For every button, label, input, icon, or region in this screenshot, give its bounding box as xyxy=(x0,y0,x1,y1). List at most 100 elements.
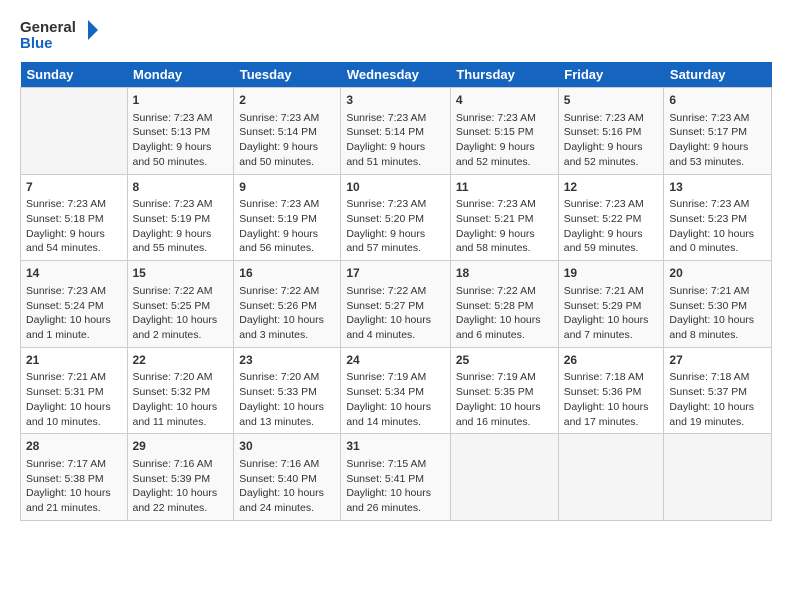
calendar-cell: 1 Sunrise: 7:23 AM Sunset: 5:13 PM Daylig… xyxy=(127,88,234,175)
day-info: Sunrise: 7:23 AM Sunset: 5:23 PM Dayligh… xyxy=(669,197,766,256)
calendar-cell: 2 Sunrise: 7:23 AM Sunset: 5:14 PM Daylig… xyxy=(234,88,341,175)
day-info: Sunrise: 7:22 AM Sunset: 5:26 PM Dayligh… xyxy=(239,284,335,343)
day-number: 1 xyxy=(133,92,229,109)
weekday-header-wednesday: Wednesday xyxy=(341,62,451,88)
day-number: 5 xyxy=(564,92,659,109)
calendar-cell: 8Sunrise: 7:23 AM Sunset: 5:19 PM Daylig… xyxy=(127,174,234,261)
day-number: 23 xyxy=(239,352,335,369)
day-number: 26 xyxy=(564,352,659,369)
day-number: 22 xyxy=(133,352,229,369)
day-info: Sunrise: 7:20 AM Sunset: 5:33 PM Dayligh… xyxy=(239,370,335,429)
header: General Blue xyxy=(20,16,772,52)
day-number: 15 xyxy=(133,265,229,282)
calendar-cell: 25Sunrise: 7:19 AM Sunset: 5:35 PM Dayli… xyxy=(450,347,558,434)
calendar-cell: 29Sunrise: 7:16 AM Sunset: 5:39 PM Dayli… xyxy=(127,434,234,521)
day-number: 2 xyxy=(239,92,335,109)
day-info: Sunrise: 7:22 AM Sunset: 5:25 PM Dayligh… xyxy=(133,284,229,343)
day-info: Sunrise: 7:19 AM Sunset: 5:35 PM Dayligh… xyxy=(456,370,553,429)
day-info: Sunrise: 7:15 AM Sunset: 5:41 PM Dayligh… xyxy=(346,457,445,516)
day-number: 30 xyxy=(239,438,335,455)
page-container: General Blue SundayMondayTuesdayWednesda… xyxy=(0,0,792,531)
calendar-cell: 20Sunrise: 7:21 AM Sunset: 5:30 PM Dayli… xyxy=(664,261,772,348)
day-number: 4 xyxy=(456,92,553,109)
day-info: Sunrise: 7:23 AM Sunset: 5:16 PM Dayligh… xyxy=(564,111,659,170)
calendar-cell: 22Sunrise: 7:20 AM Sunset: 5:32 PM Dayli… xyxy=(127,347,234,434)
day-number: 16 xyxy=(239,265,335,282)
svg-text:General: General xyxy=(20,19,76,36)
calendar-cell: 28Sunrise: 7:17 AM Sunset: 5:38 PM Dayli… xyxy=(21,434,128,521)
week-row-2: 7Sunrise: 7:23 AM Sunset: 5:18 PM Daylig… xyxy=(21,174,772,261)
day-number: 18 xyxy=(456,265,553,282)
day-info: Sunrise: 7:19 AM Sunset: 5:34 PM Dayligh… xyxy=(346,370,445,429)
day-number: 7 xyxy=(26,179,122,196)
day-number: 24 xyxy=(346,352,445,369)
day-info: Sunrise: 7:23 AM Sunset: 5:15 PM Dayligh… xyxy=(456,111,553,170)
day-number: 9 xyxy=(239,179,335,196)
calendar-cell: 24Sunrise: 7:19 AM Sunset: 5:34 PM Dayli… xyxy=(341,347,451,434)
calendar-cell: 3Sunrise: 7:23 AM Sunset: 5:14 PM Daylig… xyxy=(341,88,451,175)
calendar-cell: 14Sunrise: 7:23 AM Sunset: 5:24 PM Dayli… xyxy=(21,261,128,348)
day-info: Sunrise: 7:23 AM Sunset: 5:13 PM Dayligh… xyxy=(133,111,229,170)
calendar-cell: 30 Sunrise: 7:16 AM Sunset: 5:40 PM Dayli… xyxy=(234,434,341,521)
day-number: 11 xyxy=(456,179,553,196)
logo: General Blue xyxy=(20,16,100,52)
calendar-cell: 31Sunrise: 7:15 AM Sunset: 5:41 PM Dayli… xyxy=(341,434,451,521)
day-number: 21 xyxy=(26,352,122,369)
day-info: Sunrise: 7:21 AM Sunset: 5:29 PM Dayligh… xyxy=(564,284,659,343)
weekday-header-row: SundayMondayTuesdayWednesdayThursdayFrid… xyxy=(21,62,772,88)
weekday-header-sunday: Sunday xyxy=(21,62,128,88)
calendar-cell: 16 Sunrise: 7:22 AM Sunset: 5:26 PM Dayli… xyxy=(234,261,341,348)
day-info: Sunrise: 7:16 AM Sunset: 5:39 PM Dayligh… xyxy=(133,457,229,516)
weekday-header-friday: Friday xyxy=(558,62,664,88)
day-info: Sunrise: 7:17 AM Sunset: 5:38 PM Dayligh… xyxy=(26,457,122,516)
calendar-cell: 26Sunrise: 7:18 AM Sunset: 5:36 PM Dayli… xyxy=(558,347,664,434)
calendar-cell: 13Sunrise: 7:23 AM Sunset: 5:23 PM Dayli… xyxy=(664,174,772,261)
day-info: Sunrise: 7:23 AM Sunset: 5:19 PM Dayligh… xyxy=(239,197,335,256)
day-info: Sunrise: 7:23 AM Sunset: 5:14 PM Dayligh… xyxy=(239,111,335,170)
calendar-table: SundayMondayTuesdayWednesdayThursdayFrid… xyxy=(20,62,772,521)
calendar-cell: 27Sunrise: 7:18 AM Sunset: 5:37 PM Dayli… xyxy=(664,347,772,434)
calendar-cell: 19 Sunrise: 7:21 AM Sunset: 5:29 PM Dayli… xyxy=(558,261,664,348)
weekday-header-monday: Monday xyxy=(127,62,234,88)
day-info: Sunrise: 7:20 AM Sunset: 5:32 PM Dayligh… xyxy=(133,370,229,429)
day-info: Sunrise: 7:21 AM Sunset: 5:31 PM Dayligh… xyxy=(26,370,122,429)
day-number: 8 xyxy=(133,179,229,196)
day-number: 10 xyxy=(346,179,445,196)
day-number: 13 xyxy=(669,179,766,196)
calendar-cell xyxy=(558,434,664,521)
calendar-cell: 5 Sunrise: 7:23 AM Sunset: 5:16 PM Daylig… xyxy=(558,88,664,175)
calendar-cell: 15 Sunrise: 7:22 AM Sunset: 5:25 PM Dayli… xyxy=(127,261,234,348)
calendar-cell: 23Sunrise: 7:20 AM Sunset: 5:33 PM Dayli… xyxy=(234,347,341,434)
day-info: Sunrise: 7:23 AM Sunset: 5:19 PM Dayligh… xyxy=(133,197,229,256)
logo-svg: General Blue xyxy=(20,16,100,52)
calendar-cell xyxy=(450,434,558,521)
day-info: Sunrise: 7:22 AM Sunset: 5:27 PM Dayligh… xyxy=(346,284,445,343)
week-row-4: 21Sunrise: 7:21 AM Sunset: 5:31 PM Dayli… xyxy=(21,347,772,434)
day-info: Sunrise: 7:23 AM Sunset: 5:17 PM Dayligh… xyxy=(669,111,766,170)
day-number: 25 xyxy=(456,352,553,369)
calendar-cell: 18 Sunrise: 7:22 AM Sunset: 5:28 PM Dayli… xyxy=(450,261,558,348)
week-row-5: 28Sunrise: 7:17 AM Sunset: 5:38 PM Dayli… xyxy=(21,434,772,521)
day-number: 19 xyxy=(564,265,659,282)
calendar-cell: 7Sunrise: 7:23 AM Sunset: 5:18 PM Daylig… xyxy=(21,174,128,261)
day-info: Sunrise: 7:22 AM Sunset: 5:28 PM Dayligh… xyxy=(456,284,553,343)
calendar-cell: 11Sunrise: 7:23 AM Sunset: 5:21 PM Dayli… xyxy=(450,174,558,261)
day-info: Sunrise: 7:16 AM Sunset: 5:40 PM Dayligh… xyxy=(239,457,335,516)
weekday-header-saturday: Saturday xyxy=(664,62,772,88)
day-number: 17 xyxy=(346,265,445,282)
day-info: Sunrise: 7:23 AM Sunset: 5:14 PM Dayligh… xyxy=(346,111,445,170)
calendar-cell: 12Sunrise: 7:23 AM Sunset: 5:22 PM Dayli… xyxy=(558,174,664,261)
svg-text:Blue: Blue xyxy=(20,35,53,52)
day-info: Sunrise: 7:23 AM Sunset: 5:20 PM Dayligh… xyxy=(346,197,445,256)
day-number: 20 xyxy=(669,265,766,282)
day-info: Sunrise: 7:18 AM Sunset: 5:36 PM Dayligh… xyxy=(564,370,659,429)
calendar-cell xyxy=(664,434,772,521)
calendar-cell: 9Sunrise: 7:23 AM Sunset: 5:19 PM Daylig… xyxy=(234,174,341,261)
weekday-header-tuesday: Tuesday xyxy=(234,62,341,88)
day-info: Sunrise: 7:23 AM Sunset: 5:18 PM Dayligh… xyxy=(26,197,122,256)
day-info: Sunrise: 7:23 AM Sunset: 5:21 PM Dayligh… xyxy=(456,197,553,256)
calendar-cell: 17 Sunrise: 7:22 AM Sunset: 5:27 PM Dayli… xyxy=(341,261,451,348)
day-info: Sunrise: 7:23 AM Sunset: 5:24 PM Dayligh… xyxy=(26,284,122,343)
day-number: 27 xyxy=(669,352,766,369)
day-number: 6 xyxy=(669,92,766,109)
